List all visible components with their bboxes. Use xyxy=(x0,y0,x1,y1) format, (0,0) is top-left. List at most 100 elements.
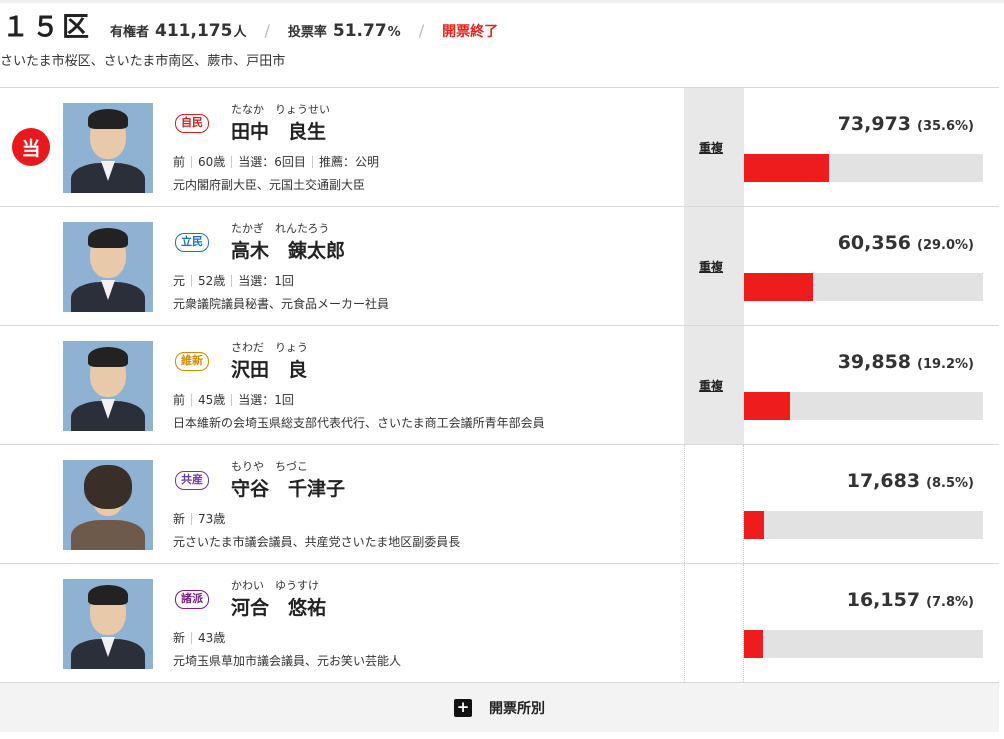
candidate-info: 前 45歳 当選：1回 xyxy=(173,391,294,408)
polling-station-toggle[interactable]: + 開票所別 xyxy=(0,683,999,732)
candidate-row: 維新 さわだ りょう沢田 良前 45歳 当選：1回日本維新の会埼玉県総支部代表代行、さ… xyxy=(0,326,999,445)
candidate-career: 元衆議院議員秘書、元食品メーカー社員 xyxy=(173,297,390,311)
info-item: 推薦：公明 xyxy=(318,155,379,169)
district-header: １５区 有権者 411,175 人 / 投票率 51.77 % / 開票終了 xyxy=(0,5,1004,43)
header-separator: / xyxy=(264,21,270,40)
turnout-value: 51.77 xyxy=(332,21,387,41)
candidate-kana: さわだ りょう xyxy=(231,341,308,354)
count-status: 開票終了 xyxy=(442,24,499,40)
vote-bar-track xyxy=(744,511,983,539)
candidate-name: 守谷 千津子 xyxy=(231,478,346,500)
candidate-row: 諸派 かわい ゆうすけ河合 悠祐新 43歳元埼玉県草加市議会議員、元お笑い芸能人 1… xyxy=(0,564,999,683)
candidate-kana: かわい ゆうすけ xyxy=(231,579,319,592)
vote-count: 60,356 (29.0%) xyxy=(838,232,974,254)
info-item: 前 xyxy=(173,393,186,407)
candidate-career: 元埼玉県草加市議会議員、元お笑い芸能人 xyxy=(173,654,402,668)
info-item: 新 xyxy=(173,631,186,645)
duplicate-link[interactable]: 重複 xyxy=(699,377,723,394)
info-divider xyxy=(191,274,193,287)
candidate-kana: たかぎ れんたろう xyxy=(231,222,330,235)
vote-percent: (7.8%) xyxy=(926,595,974,610)
top-divider xyxy=(0,0,1004,3)
info-item: 45歳 xyxy=(198,393,226,407)
vote-percent: (8.5%) xyxy=(926,476,974,491)
duplicate-cell: 重複 xyxy=(684,207,744,325)
candidate-career: 元内閣府副大臣、元国土交通副大臣 xyxy=(173,178,366,192)
vote-count: 73,973 (35.6%) xyxy=(838,113,974,135)
candidate-photo xyxy=(63,103,153,193)
vote-percent: (35.6%) xyxy=(917,119,974,134)
duplicate-cell xyxy=(684,564,744,682)
vote-bar-fill xyxy=(744,630,763,658)
vote-bar-fill xyxy=(744,511,765,539)
candidate-career: 元さいたま市議会議員、共産党さいたま地区副委員長 xyxy=(173,535,461,549)
info-item: 当選：1回 xyxy=(238,393,294,407)
candidate-name: 沢田 良 xyxy=(231,359,308,381)
info-item: 60歳 xyxy=(198,155,226,169)
vote-bar-fill xyxy=(744,273,814,301)
info-item: 当選：1回 xyxy=(238,274,294,288)
party-badge: 諸派 xyxy=(175,590,209,609)
vote-number: 73,973 xyxy=(837,113,912,135)
electorate-label: 有権者 xyxy=(110,25,150,40)
candidate-photo xyxy=(63,222,153,312)
info-item: 元 xyxy=(173,274,186,288)
candidate-photo xyxy=(63,579,153,669)
info-item: 73歳 xyxy=(198,512,226,526)
candidate-row: 共産 もりや ちづこ守谷 千津子新 73歳元さいたま市議会議員、共産党さいたま地区副… xyxy=(0,445,999,564)
duplicate-link[interactable]: 重複 xyxy=(699,258,723,275)
vote-number: 39,858 xyxy=(837,351,912,373)
info-item: 前 xyxy=(173,155,186,169)
info-divider xyxy=(191,631,193,644)
info-divider xyxy=(231,155,233,168)
info-item: 43歳 xyxy=(198,631,226,645)
vote-bar-fill xyxy=(744,154,830,182)
candidate-table: 当 自民 たなか りょうせい田中 良生前 60歳 当選：6回目 推薦：公明元内閣府副大臣… xyxy=(0,87,999,683)
electorate-unit: 人 xyxy=(233,25,247,40)
candidate-row: 当 自民 たなか りょうせい田中 良生前 60歳 当選：6回目 推薦：公明元内閣府副大臣… xyxy=(0,88,999,207)
elected-badge: 当 xyxy=(12,128,50,166)
candidate-kana: もりや ちづこ xyxy=(231,460,308,473)
electorate-value: 411,175 xyxy=(155,21,233,41)
district-title: １５区 xyxy=(2,12,92,43)
candidate-row: 立民 たかぎ れんたろう 高木 錬太郎元 52歳 当選：1回 元衆議院議員秘書、元食品メー… xyxy=(0,207,999,326)
plus-icon: + xyxy=(454,698,472,717)
candidate-name: 河合 悠祐 xyxy=(231,597,327,619)
duplicate-link[interactable]: 重複 xyxy=(699,139,723,156)
duplicate-cell xyxy=(684,445,744,563)
candidate-name: 田中 良生 xyxy=(231,121,327,143)
vote-number: 60,356 xyxy=(837,232,912,254)
candidate-info: 新 73歳 xyxy=(173,510,225,527)
turnout-label: 投票率 xyxy=(287,25,327,40)
info-divider xyxy=(191,512,193,525)
party-badge: 維新 xyxy=(175,352,209,371)
vote-count: 16,157 (7.8%) xyxy=(847,589,974,611)
vote-percent: (29.0%) xyxy=(917,238,974,253)
party-badge: 自民 xyxy=(175,114,209,133)
info-divider xyxy=(231,393,233,406)
vote-number: 17,683 xyxy=(846,470,921,492)
info-item: 新 xyxy=(173,512,186,526)
vote-bar-track xyxy=(744,630,983,658)
info-divider xyxy=(231,274,233,287)
vote-bar-fill xyxy=(744,392,790,420)
candidate-career: 日本維新の会埼玉県総支部代表代行、さいたま商工会議所青年部会員 xyxy=(173,416,545,430)
candidate-info: 元 52歳 当選：1回 xyxy=(173,272,294,289)
district-areas: さいたま市桜区、さいたま市南区、蕨市、戸田市 xyxy=(0,54,286,69)
info-divider xyxy=(191,155,193,168)
vote-percent: (19.2%) xyxy=(917,357,974,372)
candidate-kana: たなか りょうせい xyxy=(231,103,330,116)
header-separator: / xyxy=(418,21,425,40)
polling-station-label: 開票所別 xyxy=(489,700,545,717)
vote-count: 17,683 (8.5%) xyxy=(847,470,974,492)
vote-bar-track xyxy=(744,273,983,301)
candidate-name: 高木 錬太郎 xyxy=(231,240,346,262)
vote-number: 16,157 xyxy=(846,589,921,611)
info-divider xyxy=(311,155,313,168)
party-badge: 共産 xyxy=(175,471,209,490)
candidate-info: 新 43歳 xyxy=(173,629,225,646)
vote-bar-track xyxy=(744,154,983,182)
vote-count: 39,858 (19.2%) xyxy=(838,351,974,373)
turnout-unit: % xyxy=(387,25,401,40)
info-item: 当選：6回目 xyxy=(238,155,306,169)
